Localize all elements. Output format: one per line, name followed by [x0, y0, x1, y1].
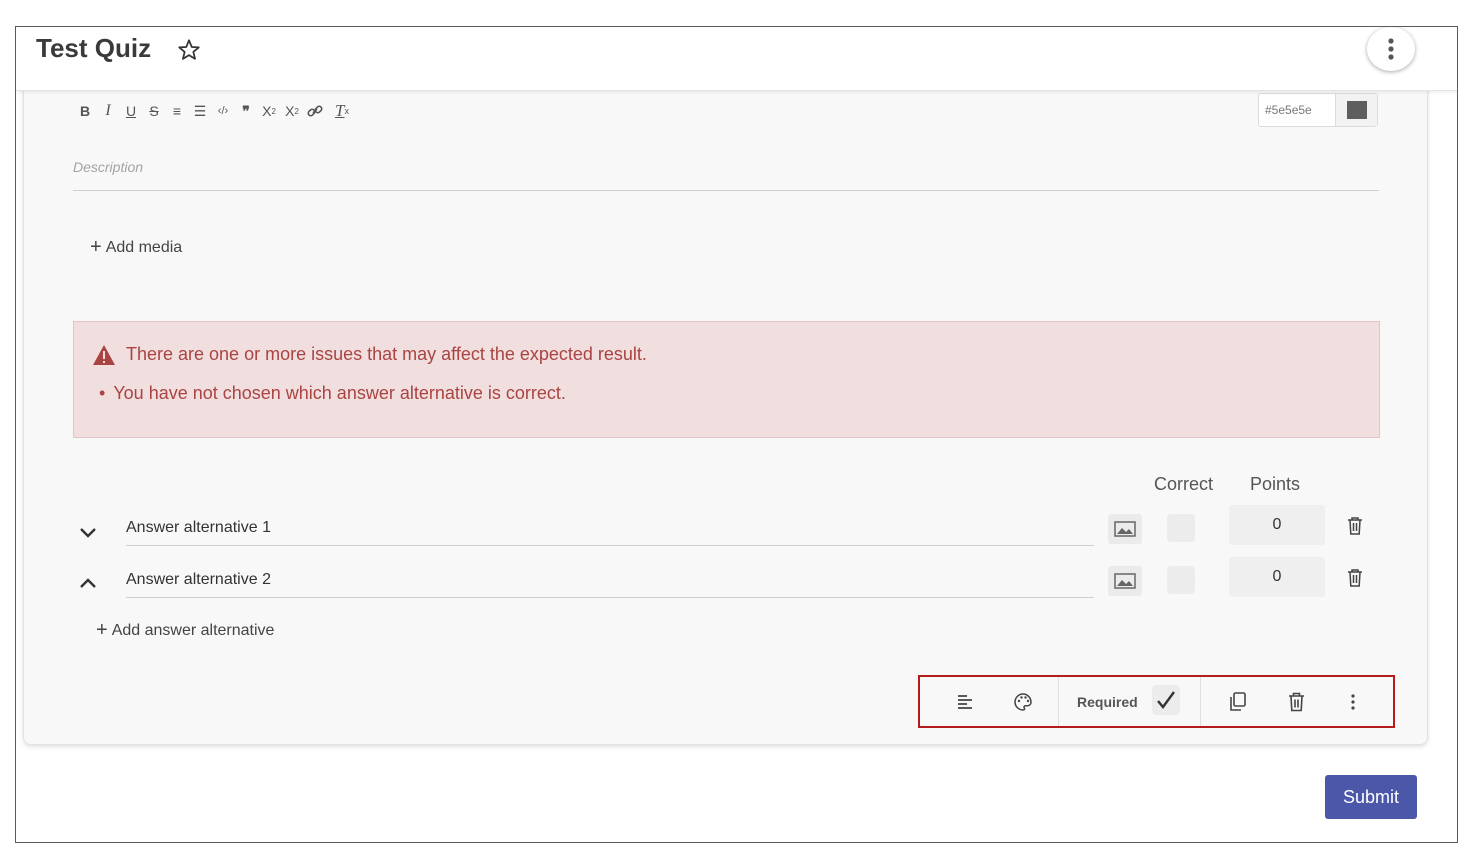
strikethrough-button[interactable]: S [143, 100, 165, 122]
question-toolbar: Required [918, 675, 1395, 728]
align-button[interactable] [950, 687, 980, 717]
toolbar-divider [1200, 677, 1201, 726]
color-swatch[interactable] [1335, 94, 1377, 126]
subscript-button[interactable]: X2 [258, 100, 280, 122]
points-input[interactable]: 0 [1229, 557, 1325, 597]
superscript-button[interactable]: X2 [281, 100, 303, 122]
plus-icon: + [96, 619, 108, 641]
description-input[interactable] [73, 159, 1379, 175]
trash-icon [1348, 517, 1362, 535]
alert-item: • You have not chosen which answer altern… [99, 383, 566, 404]
clear-format-base: T [335, 101, 345, 120]
app-window: B I U S ≡ ☰ ‹/› ❞ X2 X2 Tx #5e5e5e +Add … [15, 26, 1458, 843]
header-bar: Test Quiz [16, 27, 1457, 91]
answer-text-field[interactable] [126, 562, 1094, 598]
answer-text-input[interactable] [126, 510, 1094, 545]
answer-row: 0 [24, 505, 1427, 552]
column-header-correct: Correct [1154, 474, 1214, 494]
palette-button[interactable] [1008, 687, 1038, 717]
correct-checkbox[interactable] [1167, 514, 1195, 542]
description-field[interactable] [73, 159, 1379, 191]
answer-text-field[interactable] [126, 510, 1094, 546]
delete-answer-button[interactable] [1344, 514, 1366, 538]
question-card: B I U S ≡ ☰ ‹/› ❞ X2 X2 Tx #5e5e5e +Add … [23, 85, 1428, 745]
add-answer-image-button[interactable] [1108, 514, 1142, 544]
more-vertical-icon [1351, 694, 1355, 710]
chevron-down-icon[interactable] [76, 520, 100, 544]
copy-icon [1230, 692, 1246, 711]
star-outline-icon[interactable] [176, 37, 202, 63]
answer-row: 0 [24, 557, 1427, 604]
ordered-list-button[interactable]: ≡ [166, 100, 188, 122]
required-checkbox[interactable] [1152, 685, 1180, 715]
clear-format-button[interactable]: Tx [331, 100, 353, 122]
add-answer-alternative-button[interactable]: + Add answer alternative [96, 618, 274, 641]
submit-button[interactable]: Submit [1325, 775, 1417, 819]
color-picker[interactable]: #5e5e5e [1258, 93, 1378, 127]
clear-format-mark: x [344, 106, 349, 116]
image-icon [1114, 521, 1136, 537]
header-more-button[interactable] [1367, 27, 1415, 71]
trash-icon [1348, 569, 1362, 587]
bold-button[interactable]: B [74, 100, 96, 122]
italic-button[interactable]: I [97, 100, 119, 122]
warning-icon [93, 345, 115, 365]
trash-icon [1288, 692, 1304, 712]
subscript-mark: 2 [271, 106, 276, 116]
alert-item-text: You have not chosen which answer alterna… [113, 383, 566, 403]
toolbar-divider [1058, 677, 1059, 726]
delete-question-button[interactable] [1281, 687, 1311, 717]
rich-text-toolbar: B I U S ≡ ☰ ‹/› ❞ X2 X2 Tx [74, 99, 354, 123]
chevron-up-icon[interactable] [76, 572, 100, 596]
points-input[interactable]: 0 [1229, 505, 1325, 545]
superscript-base: X [285, 103, 295, 119]
add-answer-label: Add answer alternative [111, 622, 275, 639]
link-icon [307, 105, 323, 117]
color-value: #5e5e5e [1265, 103, 1312, 117]
plus-icon: + [90, 236, 102, 258]
image-icon [1114, 573, 1136, 589]
bullet-icon: • [99, 383, 106, 403]
checkmark-icon [1157, 691, 1175, 709]
correct-checkbox[interactable] [1167, 566, 1195, 594]
page-title: Test Quiz [36, 33, 152, 63]
duplicate-button[interactable] [1223, 687, 1253, 717]
code-button[interactable]: ‹/› [212, 100, 234, 122]
palette-icon [1014, 693, 1032, 711]
delete-answer-button[interactable] [1344, 566, 1366, 590]
alert-heading: There are one or more issues that may af… [126, 344, 647, 364]
blockquote-button[interactable]: ❞ [235, 100, 257, 122]
answer-text-input[interactable] [126, 562, 1094, 597]
add-media-label: Add media [105, 239, 183, 256]
link-button[interactable] [304, 100, 326, 122]
align-left-icon [958, 695, 972, 709]
add-media-button[interactable]: + Add media [90, 235, 182, 258]
validation-alert: There are one or more issues that may af… [73, 321, 1380, 438]
required-label: Required [1077, 694, 1138, 710]
underline-button[interactable]: U [120, 100, 142, 122]
add-answer-image-button[interactable] [1108, 566, 1142, 596]
question-more-button[interactable] [1338, 687, 1368, 717]
more-vertical-icon [1388, 38, 1394, 60]
superscript-mark: 2 [294, 106, 299, 116]
subscript-base: X [262, 103, 272, 119]
bullet-list-button[interactable]: ☰ [189, 100, 211, 122]
column-header-points: Points [1250, 474, 1301, 494]
